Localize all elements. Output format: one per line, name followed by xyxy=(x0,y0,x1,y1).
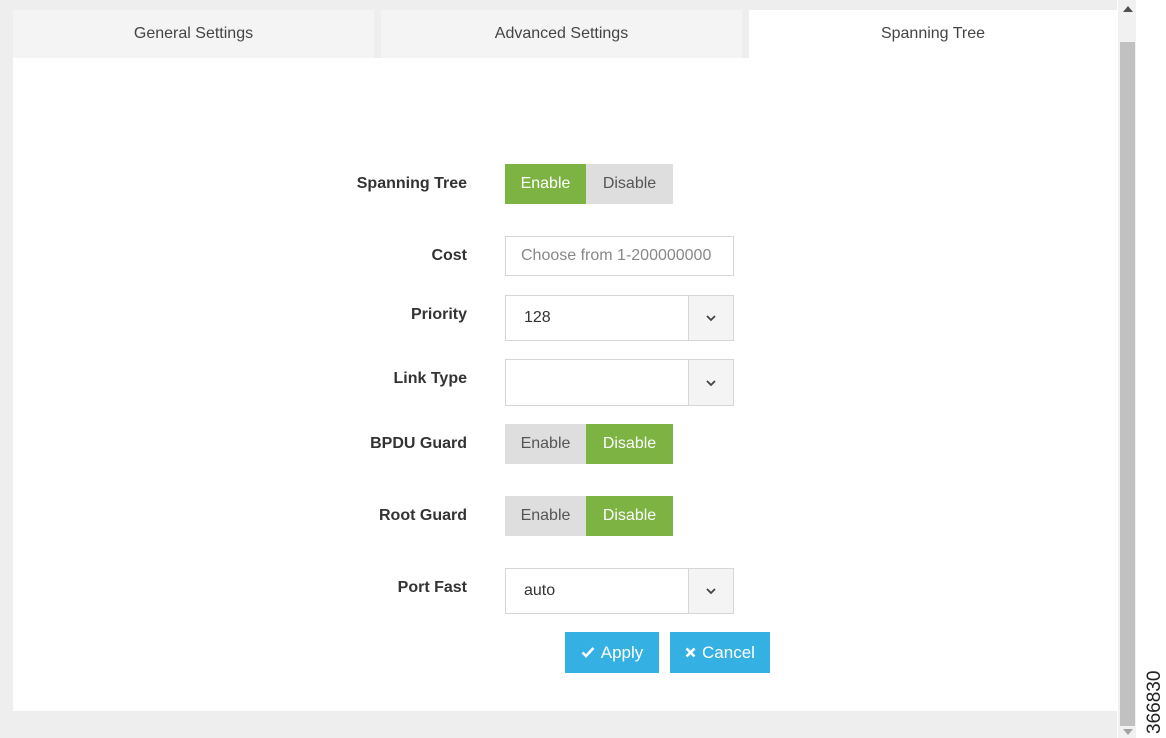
apply-label: Apply xyxy=(600,642,644,662)
chevron-down-icon[interactable] xyxy=(688,360,733,405)
link-type-select[interactable] xyxy=(505,359,734,406)
link-type-label: Link Type xyxy=(393,370,468,387)
spanning-tree-label: Spanning Tree xyxy=(356,175,467,192)
bpdu-guard-enable-button[interactable]: Enable xyxy=(505,424,586,464)
priority-label: Priority xyxy=(410,306,467,323)
priority-value: 128 xyxy=(524,309,551,326)
scrollbar[interactable] xyxy=(1118,0,1136,738)
port-fast-value: auto xyxy=(524,582,556,599)
bpdu-guard-label: BPDU Guard xyxy=(370,435,467,452)
port-fast-label: Port Fast xyxy=(397,579,467,596)
root-guard-toggle: Enable Disable xyxy=(505,496,673,536)
figure-number: 366830 xyxy=(1144,670,1165,734)
root-guard-enable-button[interactable]: Enable xyxy=(505,496,586,536)
priority-select[interactable]: 128 xyxy=(505,295,734,341)
tab-spanning-tree[interactable]: Spanning Tree xyxy=(749,10,1117,58)
x-icon xyxy=(685,643,696,663)
root-guard-label: Root Guard xyxy=(379,507,467,524)
scroll-up-arrow-icon[interactable] xyxy=(1123,6,1133,12)
checkmark-icon xyxy=(581,643,595,663)
cost-label: Cost xyxy=(431,247,467,264)
cancel-button[interactable]: Cancel xyxy=(670,632,770,673)
bpdu-guard-toggle: Enable Disable xyxy=(505,424,673,464)
link-type-value xyxy=(506,360,688,405)
cancel-label: Cancel xyxy=(702,642,755,662)
tab-advanced-settings[interactable]: Advanced Settings xyxy=(381,10,742,58)
cost-input[interactable] xyxy=(505,236,734,276)
scrollbar-thumb[interactable] xyxy=(1120,42,1135,726)
spanning-tree-disable-button[interactable]: Disable xyxy=(586,164,673,204)
chevron-down-icon[interactable] xyxy=(688,569,733,613)
port-fast-select[interactable]: auto xyxy=(505,568,734,614)
chevron-down-icon[interactable] xyxy=(688,296,733,340)
apply-button[interactable]: Apply xyxy=(565,632,659,673)
bpdu-guard-disable-button[interactable]: Disable xyxy=(586,424,673,464)
root-guard-disable-button[interactable]: Disable xyxy=(586,496,673,536)
scroll-down-arrow-icon[interactable] xyxy=(1123,729,1133,735)
tab-general-settings[interactable]: General Settings xyxy=(13,10,374,58)
spanning-tree-enable-button[interactable]: Enable xyxy=(505,164,586,204)
spanning-tree-toggle: Enable Disable xyxy=(505,164,673,204)
